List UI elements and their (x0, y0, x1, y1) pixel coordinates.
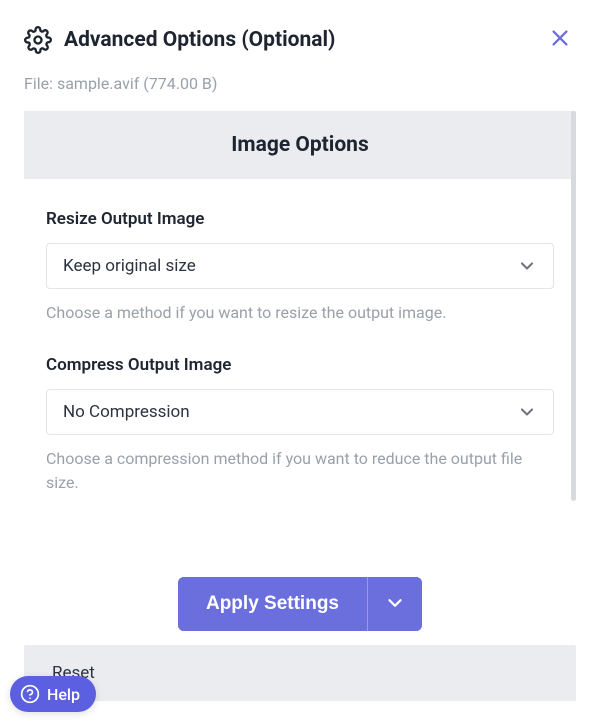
modal-header: Advanced Options (Optional) (24, 24, 576, 56)
apply-button-group: Apply Settings (178, 577, 422, 631)
compress-label: Compress Output Image (46, 355, 554, 375)
modal-title: Advanced Options (Optional) (64, 28, 335, 52)
apply-dropdown-button[interactable] (367, 577, 422, 631)
resize-help: Choose a method if you want to resize th… (46, 301, 554, 325)
file-info: File: sample.avif (774.00 B) (24, 74, 576, 93)
gear-icon (24, 26, 52, 54)
chevron-down-icon (517, 402, 537, 422)
file-size: (774.00 B) (143, 74, 217, 93)
chevron-down-icon (517, 256, 537, 276)
file-name: sample.avif (57, 74, 139, 93)
compress-help: Choose a compression method if you want … (46, 447, 554, 495)
compress-select[interactable]: No Compression (46, 389, 554, 435)
close-button[interactable] (544, 24, 576, 56)
resize-field: Resize Output Image Keep original size C… (46, 209, 554, 325)
scrollbar[interactable] (571, 111, 576, 501)
apply-button[interactable]: Apply Settings (178, 577, 367, 631)
section-body: Resize Output Image Keep original size C… (24, 179, 576, 537)
header-left: Advanced Options (Optional) (24, 26, 335, 54)
advanced-options-modal: Advanced Options (Optional) File: sample… (0, 0, 600, 722)
compress-field: Compress Output Image No Compression Cho… (46, 355, 554, 495)
action-area: Apply Settings Reset (24, 577, 576, 701)
resize-label: Resize Output Image (46, 209, 554, 229)
resize-select[interactable]: Keep original size (46, 243, 554, 289)
options-panel: Image Options Resize Output Image Keep o… (24, 111, 576, 537)
help-button[interactable]: Help (10, 676, 96, 712)
resize-select-value: Keep original size (63, 256, 196, 276)
compress-select-value: No Compression (63, 402, 190, 422)
reset-button[interactable]: Reset (24, 645, 576, 701)
help-icon (20, 684, 40, 704)
close-icon (549, 27, 571, 53)
file-label: File: (24, 74, 53, 93)
chevron-down-icon (384, 592, 406, 617)
help-label: Help (47, 685, 80, 704)
section-title: Image Options (24, 111, 576, 179)
